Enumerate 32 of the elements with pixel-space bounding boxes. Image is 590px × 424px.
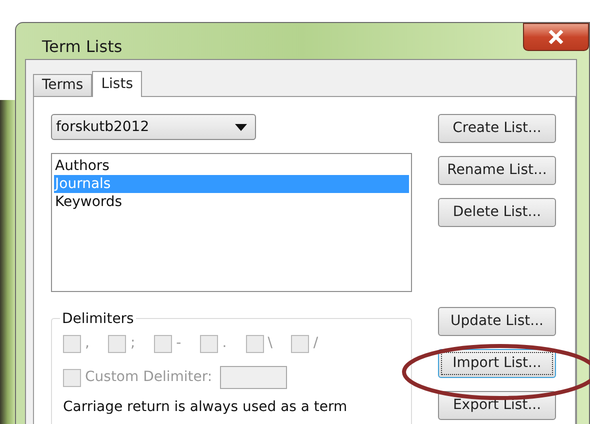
close-button[interactable]	[523, 23, 589, 51]
custom-delimiter-label: Custom Delimiter:	[85, 368, 212, 387]
checkbox[interactable]	[291, 334, 310, 352]
list-button[interactable]: Import List...	[438, 349, 556, 378]
window-title: Term Lists	[42, 36, 122, 58]
delimiter-label: .	[222, 334, 227, 353]
list-item[interactable]: Authors	[54, 157, 409, 175]
dropdown-value: forskutb2012	[56, 118, 150, 136]
delimiter-label: -	[176, 334, 182, 353]
close-icon	[548, 30, 564, 44]
checkbox[interactable]	[108, 334, 126, 352]
checkbox[interactable]	[154, 334, 172, 352]
list-item[interactable]: Keywords	[54, 193, 409, 211]
list-dropdown[interactable]: forskutb2012	[51, 114, 256, 140]
delimiter-label: ;	[130, 334, 136, 353]
delimiter-label: ,	[85, 334, 90, 353]
list-button[interactable]: Create List...	[438, 114, 556, 143]
lists-listbox[interactable]: Authors Journals Keywords	[51, 153, 412, 292]
dropdown-arrow-icon	[235, 124, 247, 130]
list-button[interactable]: Delete List...	[438, 198, 556, 227]
custom-delimiter-field[interactable]	[220, 366, 288, 389]
checkbox[interactable]	[63, 334, 81, 352]
checkbox[interactable]	[246, 334, 264, 352]
list-button[interactable]: Rename List...	[438, 156, 556, 185]
list-button[interactable]: Update List...	[438, 307, 556, 336]
note-text: Carriage return is always used as a term	[63, 399, 348, 415]
tab[interactable]: Terms	[33, 74, 92, 96]
checkbox[interactable]	[63, 368, 81, 386]
checkbox[interactable]	[200, 334, 218, 352]
delimiter-label: \	[268, 334, 272, 353]
delimiter-label: /	[313, 334, 318, 353]
tab[interactable]: Lists	[92, 71, 142, 97]
